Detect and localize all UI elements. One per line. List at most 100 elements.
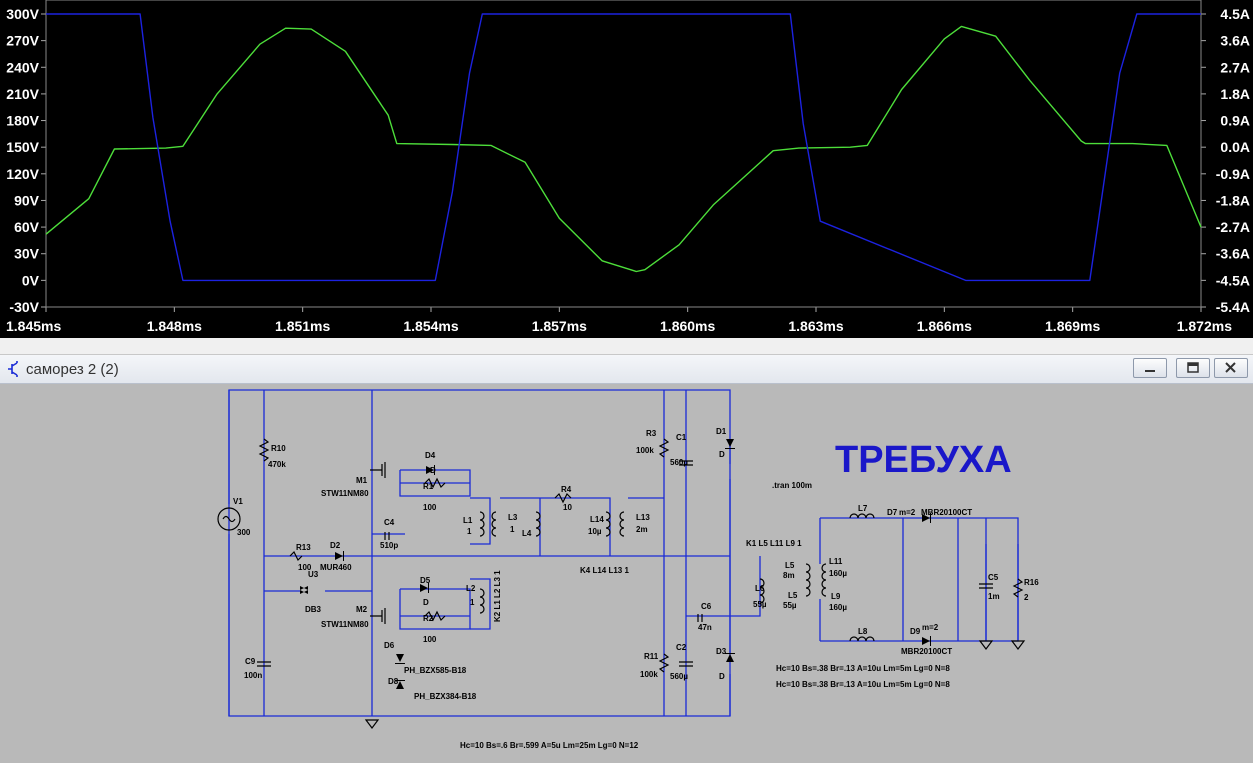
- restore-button[interactable]: [1176, 358, 1210, 378]
- label-r3: R3: [646, 429, 657, 438]
- x-tick-label: 1.848ms: [147, 318, 202, 334]
- label-d7: D7: [887, 508, 898, 517]
- ground-icon: [1010, 640, 1026, 650]
- waveform-plot[interactable]: 300V 270V 240V 210V 180V 150V 120V 90V 60V 30V 0V -…: [0, 0, 1253, 338]
- inductor-l1: [479, 511, 485, 537]
- value-d3: D: [719, 672, 725, 681]
- schematic-drawing[interactable]: ТРЕБУХА .tran 100m K1 L5 L11 L9 1 K4 L14…: [0, 384, 1253, 763]
- x-tick-label: 1.866ms: [917, 318, 972, 334]
- x-tick-label: 1.854ms: [403, 318, 458, 334]
- value-l1: 1: [467, 527, 472, 536]
- label-d2: D2: [330, 541, 341, 550]
- label-l7: L7: [858, 504, 868, 513]
- coupling-k4[interactable]: K4 L14 L13 1: [580, 566, 629, 575]
- x-tick-label: 1.872ms: [1177, 318, 1232, 334]
- right-tick-label: 0.0A: [1220, 139, 1250, 155]
- pane-splitter[interactable]: [0, 338, 1253, 355]
- model-d7: MBR20100CT: [921, 508, 972, 517]
- value-d4: D: [430, 466, 436, 475]
- schematic-canvas[interactable]: ТРЕБУХА .tran 100m K1 L5 L11 L9 1 K4 L14…: [0, 384, 1253, 763]
- label-d8: D8: [388, 677, 399, 686]
- right-tick-label: -0.9A: [1216, 166, 1250, 182]
- current-trace: [46, 13, 1201, 282]
- diac-u3: [300, 586, 308, 594]
- value-l5b: 55µ: [783, 601, 797, 610]
- label-m2: M2: [356, 605, 368, 614]
- right-tick-label: 3.6A: [1220, 33, 1250, 49]
- value-l11: 160µ: [829, 569, 847, 578]
- label-m1: M1: [356, 476, 368, 485]
- right-tick-label: -2.7A: [1216, 219, 1250, 235]
- label-l5: L5: [785, 561, 795, 570]
- label-l5b: L5: [788, 591, 798, 600]
- value-m2: STW11NM80: [321, 620, 369, 629]
- coupling-k1[interactable]: K1 L5 L11 L9 1: [746, 539, 802, 548]
- waveform-plot-pane[interactable]: 300V 270V 240V 210V 180V 150V 120V 90V 60V 30V 0V -…: [0, 0, 1253, 338]
- label-l13: L13: [636, 513, 650, 522]
- value-d8: PH_BZX384-B18: [414, 692, 477, 701]
- value-r4: 10: [563, 503, 572, 512]
- x-tick-label: 1.860ms: [660, 318, 715, 334]
- minimize-button[interactable]: [1133, 358, 1167, 378]
- left-tick-label: 120V: [6, 166, 39, 182]
- value-r10: 470k: [268, 460, 286, 469]
- model-d9: MBR20100CT: [901, 647, 952, 656]
- left-tick-label: 30V: [14, 246, 40, 262]
- ltspice-schematic-icon: [8, 361, 18, 377]
- label-r4: R4: [561, 485, 572, 494]
- x-axis: 1.845ms 1.848ms 1.851ms 1.854ms 1.857ms 1.860…: [6, 307, 1232, 334]
- voltage-trace: [45, 25, 1202, 273]
- label-r11: R11: [644, 652, 659, 661]
- label-l14: L14: [590, 515, 604, 524]
- ground-icon: [978, 640, 994, 650]
- right-tick-label: -5.4A: [1216, 299, 1250, 315]
- label-c1: C1: [676, 433, 687, 442]
- close-icon: [1225, 362, 1236, 373]
- value-c9: 100n: [244, 671, 262, 680]
- right-tick-label: -1.8A: [1216, 192, 1250, 208]
- value-d1: D: [719, 450, 725, 459]
- value-r1: 100: [423, 503, 437, 512]
- plot-frame: [45, 0, 1202, 308]
- value-l5: 8m: [783, 571, 795, 580]
- value-u3: DB3: [305, 605, 322, 614]
- core-model-3[interactable]: Hc=10 Bs=.6 Br=.599 A=5u Lm=25m Lg=0 N=1…: [460, 741, 639, 750]
- value-c4: 510p: [380, 541, 398, 550]
- label-l2: L2: [466, 584, 476, 593]
- left-tick-label: 0V: [22, 272, 40, 288]
- close-button[interactable]: [1214, 358, 1248, 378]
- capacitor-c4: [384, 532, 390, 540]
- value-c2: 560µ: [670, 672, 688, 681]
- value-l3: 1: [510, 525, 515, 534]
- right-tick-label: -3.6A: [1216, 246, 1250, 262]
- left-tick-label: 180V: [6, 113, 39, 129]
- label-c2: C2: [676, 643, 687, 652]
- label-c4: C4: [384, 518, 395, 527]
- left-tick-label: 90V: [14, 192, 40, 208]
- inductor-l3: [491, 511, 497, 537]
- window-title: саморез 2 (2): [26, 361, 119, 378]
- left-tick-label: 60V: [14, 219, 40, 235]
- capacitor-c6: [697, 614, 703, 622]
- left-tick-label: 270V: [6, 33, 39, 49]
- diode-d3: [725, 653, 735, 662]
- tran-directive[interactable]: .tran 100m: [772, 481, 812, 490]
- left-tick-label: 300V: [6, 6, 39, 22]
- value-r3: 100k: [636, 446, 654, 455]
- left-axis: 300V 270V 240V 210V 180V 150V 120V 90V 60V 30V 0V -…: [6, 6, 46, 315]
- coupling-k2[interactable]: K2 L1 L2 L3 1: [493, 570, 502, 622]
- value-l2: 1: [470, 598, 475, 607]
- value-v1: 300: [237, 528, 251, 537]
- schematic-window-titlebar[interactable]: саморез 2 (2): [0, 355, 1253, 384]
- label-d5: D5: [420, 576, 431, 585]
- ground-icon: [364, 719, 380, 729]
- right-tick-label: -4.5A: [1216, 272, 1250, 288]
- core-model-2[interactable]: Hc=10 Bs=.38 Br=.13 A=10u Lm=5m Lg=0 N=8: [776, 680, 950, 689]
- core-model-1[interactable]: Hc=10 Bs=.38 Br=.13 A=10u Lm=5m Lg=0 N=8: [776, 664, 950, 673]
- x-tick-label: 1.869ms: [1045, 318, 1100, 334]
- diode-d2: [335, 551, 344, 561]
- label-l9: L9: [831, 592, 841, 601]
- value-r16: 2: [1024, 593, 1029, 602]
- label-r13: R13: [296, 543, 311, 552]
- value-l13: 2m: [636, 525, 648, 534]
